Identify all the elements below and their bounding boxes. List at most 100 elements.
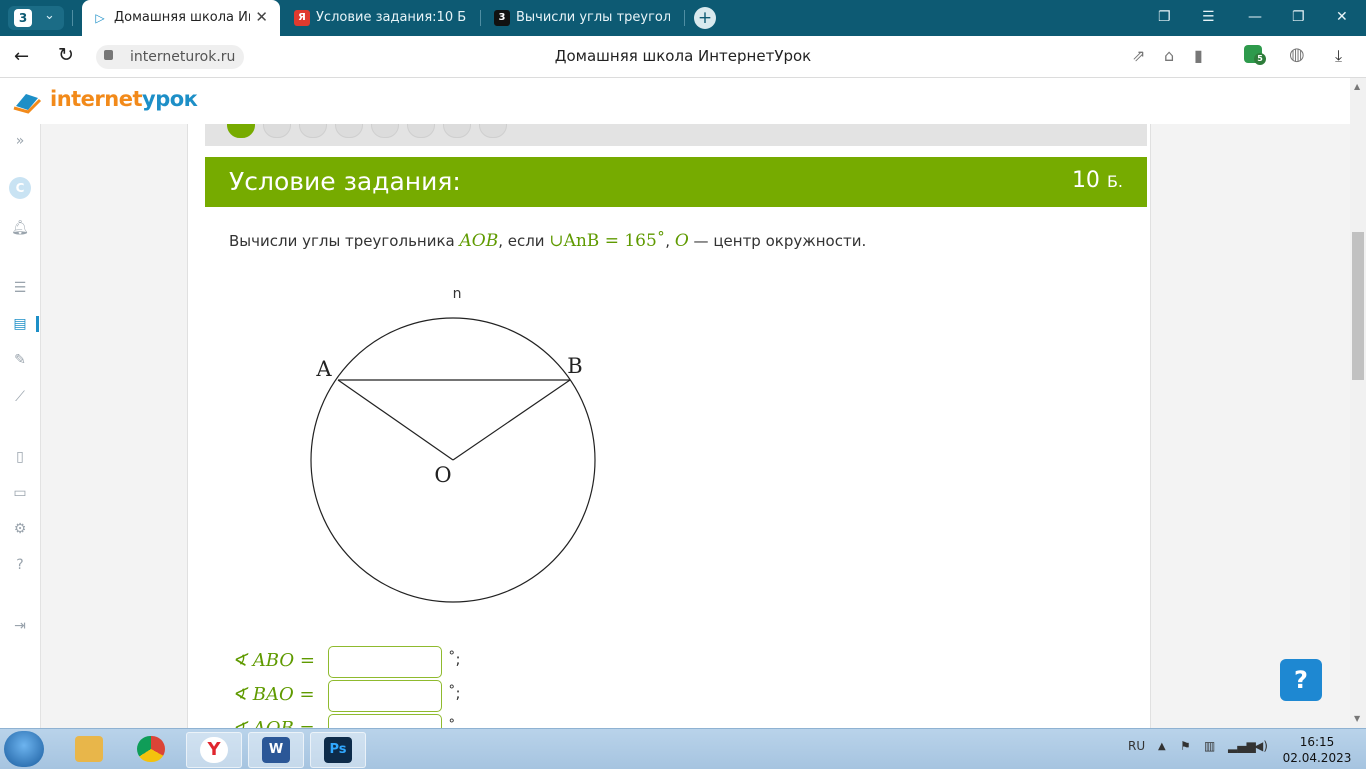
show-hidden-icons-icon[interactable]: ▲ bbox=[1158, 741, 1166, 752]
chevron-down-icon: ⌄ bbox=[44, 8, 55, 23]
answer-unit: ˚; bbox=[448, 684, 461, 702]
label-o: O bbox=[434, 463, 451, 487]
share-icon[interactable]: ⇗ bbox=[1132, 46, 1145, 65]
answer-input-abo[interactable] bbox=[328, 646, 442, 678]
task-nav-dot[interactable] bbox=[371, 124, 399, 138]
task-points: 10 Б. bbox=[1071, 168, 1123, 193]
volume-icon[interactable]: ◀) bbox=[1254, 739, 1268, 753]
task-nav-dot[interactable] bbox=[299, 124, 327, 138]
task-nav-dot[interactable] bbox=[263, 124, 291, 138]
yandex-browser-icon: Y bbox=[200, 737, 228, 763]
tab-yandex-task[interactable]: Я Условие задания:10 Б. Вы bbox=[284, 0, 474, 36]
tab-separator bbox=[684, 10, 685, 26]
main-content: Условие задания: 10 Б. Вычисли углы треу… bbox=[41, 124, 1350, 728]
photoshop-icon: Ps bbox=[324, 737, 352, 763]
start-button[interactable] bbox=[4, 731, 44, 767]
language-indicator[interactable]: RU bbox=[1128, 739, 1145, 753]
answer-input-bao[interactable] bbox=[328, 680, 442, 712]
left-sidebar: » С 🔔︎ ☰ ▤ ✎ ⟋ ▯ ▭ ⚙ ? ⇥ bbox=[0, 124, 41, 728]
taskbar-photoshop[interactable]: Ps bbox=[310, 732, 366, 768]
protect-shield-icon[interactable]: 5 bbox=[1244, 45, 1266, 65]
address-bar: ← ↻ interneturok.ru Домашняя школа Интер… bbox=[0, 36, 1366, 78]
help-circle-icon[interactable]: ? bbox=[11, 556, 29, 574]
scrollbar-thumb[interactable] bbox=[1352, 232, 1364, 380]
answer-unit: ˚; bbox=[448, 650, 461, 668]
task-nav-dot[interactable] bbox=[335, 124, 363, 138]
circle-figure: n A B O bbox=[310, 286, 596, 603]
windows-taskbar: Y W Ps RU ▲ ⚑ ▥ ▂▄▆ ◀) 16:15 02.04.2023 bbox=[0, 728, 1366, 769]
page-scrollbar[interactable]: ▲ ▼ bbox=[1350, 78, 1366, 728]
math-arc: ∪AnB = 165˚ bbox=[549, 231, 666, 251]
flag-icon[interactable]: ⚑ bbox=[1180, 739, 1191, 753]
taskbar-word[interactable]: W bbox=[248, 732, 304, 768]
new-tab-button[interactable]: + bbox=[694, 7, 716, 29]
tab-count: 3 bbox=[14, 9, 32, 27]
segment-bo bbox=[452, 379, 571, 461]
task-statement: Вычисли углы треугольника AOB, если ∪AnB… bbox=[229, 231, 867, 251]
expand-sidebar-icon[interactable]: » bbox=[11, 132, 29, 150]
globe-icon[interactable]: ◍ bbox=[1289, 44, 1305, 65]
play-icon: ▷ bbox=[95, 11, 105, 25]
edit-document-icon[interactable]: ✎ bbox=[11, 351, 29, 369]
help-button[interactable]: ? bbox=[1280, 659, 1322, 701]
chart-icon[interactable]: ⟋ bbox=[11, 388, 29, 406]
document-icon[interactable]: ▯ bbox=[11, 448, 29, 466]
minimize-icon[interactable]: — bbox=[1248, 9, 1262, 25]
taskbar-explorer[interactable] bbox=[62, 732, 116, 766]
answer-label: ∢ AOB = bbox=[232, 718, 315, 728]
task-navigation-strip bbox=[205, 124, 1147, 146]
restore-icon[interactable]: ❐ bbox=[1292, 9, 1305, 25]
menu-icon[interactable]: ☰ bbox=[1202, 9, 1215, 25]
wallet-icon[interactable]: ▭ bbox=[11, 484, 29, 502]
homework-icon[interactable]: ▤ bbox=[11, 315, 29, 333]
close-window-icon[interactable]: ✕ bbox=[1336, 9, 1348, 25]
answer-label: ∢ ABO = bbox=[232, 650, 315, 671]
tab-separator bbox=[72, 10, 73, 26]
bookmarks-panel-icon[interactable]: ❐ bbox=[1158, 9, 1171, 25]
avatar[interactable]: С bbox=[9, 177, 31, 199]
tab-counter-button[interactable]: 3 ⌄ bbox=[8, 6, 64, 30]
active-indicator bbox=[36, 316, 39, 332]
task-nav-dot[interactable] bbox=[443, 124, 471, 138]
math-center: O bbox=[674, 231, 689, 251]
clock-time: 16:15 bbox=[1299, 735, 1335, 749]
clock[interactable]: 16:15 02.04.2023 bbox=[1282, 734, 1352, 766]
gear-icon[interactable]: ⚙ bbox=[11, 520, 29, 538]
reader-icon[interactable]: ⌂ bbox=[1164, 46, 1174, 65]
bookmark-icon[interactable]: ▮ bbox=[1194, 46, 1203, 65]
site-header: internetурок bbox=[0, 78, 1350, 125]
taskbar-chrome[interactable] bbox=[124, 732, 178, 766]
browser-tab-bar: 3 ⌄ ▷ Домашняя школа Инте ✕ Я Условие за… bbox=[0, 0, 1366, 36]
scroll-up-icon[interactable]: ▲ bbox=[1354, 82, 1360, 91]
label-a: A bbox=[315, 357, 332, 381]
task-header: Условие задания: 10 Б. bbox=[205, 157, 1147, 207]
znanija-icon: 3 bbox=[494, 10, 510, 26]
answer-input-aob[interactable] bbox=[328, 714, 442, 728]
devices-icon[interactable]: ▥ bbox=[1204, 739, 1215, 753]
task-nav-dot-current[interactable] bbox=[227, 124, 255, 138]
word-icon: W bbox=[262, 737, 290, 763]
taskbar-yandex[interactable]: Y bbox=[186, 732, 242, 768]
math-triangle: AOB bbox=[459, 231, 499, 251]
tab-interneturok[interactable]: ▷ Домашняя школа Инте ✕ bbox=[82, 0, 280, 36]
clock-date: 02.04.2023 bbox=[1282, 751, 1352, 765]
site-logo[interactable]: internetурок bbox=[50, 87, 198, 111]
yandex-icon: Я bbox=[294, 10, 310, 26]
close-icon[interactable]: ✕ bbox=[255, 8, 268, 26]
logout-icon[interactable]: ⇥ bbox=[11, 617, 29, 635]
tab-title: Домашняя школа Инте bbox=[114, 10, 250, 25]
label-b: B bbox=[567, 354, 582, 378]
scroll-down-icon[interactable]: ▼ bbox=[1354, 714, 1360, 723]
network-icon[interactable]: ▂▄▆ bbox=[1228, 739, 1256, 753]
download-icon[interactable]: ⤓ bbox=[1335, 46, 1342, 66]
tab-separator bbox=[480, 10, 481, 26]
chrome-icon bbox=[137, 736, 165, 762]
tab-znanija[interactable]: 3 Вычисли углы треугольни bbox=[484, 0, 680, 36]
list-icon[interactable]: ☰ bbox=[11, 279, 29, 297]
task-nav-dot[interactable] bbox=[479, 124, 507, 138]
task-nav-dot[interactable] bbox=[407, 124, 435, 138]
answer-unit: ˚. bbox=[448, 718, 461, 728]
tab-title: Условие задания:10 Б. Вы bbox=[316, 10, 466, 25]
bell-icon[interactable]: 🔔︎ bbox=[11, 219, 29, 237]
task-card: Условие задания: 10 Б. Вычисли углы треу… bbox=[187, 124, 1151, 728]
